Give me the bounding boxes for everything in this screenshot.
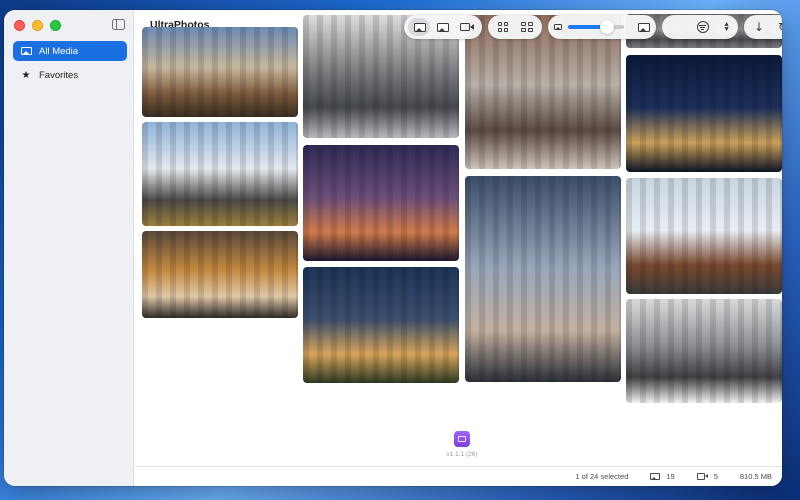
chevron-up-down-icon: ▲ ▼ — [723, 21, 730, 33]
all-media-icon — [413, 22, 426, 32]
media-filter-group — [404, 15, 482, 39]
sidebar-nav: All Media ★ Favorites — [13, 41, 127, 89]
photos-filter-button[interactable] — [432, 18, 454, 36]
videos-filter-button[interactable] — [456, 18, 478, 36]
photos-icon — [437, 22, 449, 32]
video-count-icon — [696, 473, 708, 480]
status-bar: 1 of 24 selected 19 5 810.5 MB — [134, 466, 782, 486]
photo-tile-downtown-street-traffic[interactable] — [465, 176, 621, 382]
sort-select[interactable]: ▲ ▼ — [662, 15, 738, 39]
sidebar-toggle-icon[interactable] — [112, 19, 125, 30]
filter-icon — [696, 21, 709, 33]
main-content: UltraPhotos ▲ ▼ ↓ v1.1.1 (26) 1 of 24 se… — [134, 10, 782, 486]
photo-tile-snowy-mountain[interactable] — [142, 122, 298, 226]
photo-texture — [142, 231, 298, 318]
close-window-button[interactable] — [14, 20, 25, 31]
videos-icon — [460, 23, 474, 31]
photo-tile-balconies-building[interactable] — [626, 178, 782, 294]
grid-large-button[interactable] — [516, 18, 538, 36]
selection-status: 1 of 24 selected — [575, 472, 629, 481]
app-version: v1.1.1 (26) — [446, 451, 478, 458]
zoom-window-button[interactable] — [50, 20, 61, 31]
refresh-button[interactable]: ↻ — [772, 18, 782, 36]
video-count: 5 — [713, 472, 718, 481]
photo-tile-city-lights-night[interactable] — [626, 55, 782, 172]
photo-texture — [142, 122, 298, 226]
photo-texture — [142, 27, 298, 117]
actions-group: ↓ ↻ — [744, 15, 782, 39]
photo-texture — [465, 176, 621, 382]
layout-group — [488, 15, 542, 39]
window-controls — [14, 20, 61, 31]
refresh-icon: ↻ — [778, 20, 782, 34]
sidebar-item-label: All Media — [39, 45, 79, 57]
photo-tile-glass-towers-looking-up[interactable] — [142, 231, 298, 318]
toolbar: ▲▼ ↓ ↻ — [404, 15, 782, 39]
photo-tile-purple-dusk-cityscape[interactable] — [303, 145, 459, 261]
star-icon: ★ — [21, 69, 31, 81]
grid-small-button[interactable] — [492, 18, 514, 36]
photo-library-icon — [19, 47, 33, 55]
grid-small-icon — [498, 22, 508, 32]
photo-texture — [303, 267, 459, 383]
all-media-filter-button[interactable] — [408, 18, 430, 36]
sidebar: All Media ★ Favorites — [4, 10, 134, 486]
photo-small-icon — [554, 24, 562, 30]
photo-texture — [626, 178, 782, 294]
minimize-window-button[interactable] — [32, 20, 43, 31]
photo-texture — [303, 145, 459, 261]
zoom-slider-knob[interactable] — [600, 20, 615, 34]
photo-tile-house-at-night[interactable] — [303, 267, 459, 383]
photo-count-icon — [650, 473, 661, 480]
zoom-group — [548, 15, 656, 39]
photo-texture — [626, 55, 782, 172]
total-size: 810.5 MB — [739, 472, 772, 481]
photo-tile-abstract-architecture[interactable] — [626, 299, 782, 403]
sidebar-item-all-media[interactable]: All Media — [13, 41, 127, 61]
download-button[interactable]: ↓ — [748, 18, 770, 36]
sidebar-item-label: Favorites — [39, 69, 79, 81]
photo-large-icon — [638, 22, 650, 32]
photo-count: 19 — [666, 472, 675, 481]
photo-texture — [626, 299, 782, 403]
sidebar-item-favorites[interactable]: ★ Favorites — [13, 65, 127, 85]
zoom-slider[interactable] — [568, 20, 624, 34]
app-window: All Media ★ Favorites UltraPhotos ▲ ▼ ↓ … — [4, 10, 782, 486]
app-logo-icon — [454, 431, 470, 447]
photo-tile-city-skyline-sunset[interactable] — [142, 27, 298, 117]
grid-large-icon — [521, 22, 533, 32]
download-icon: ↓ — [753, 20, 765, 34]
